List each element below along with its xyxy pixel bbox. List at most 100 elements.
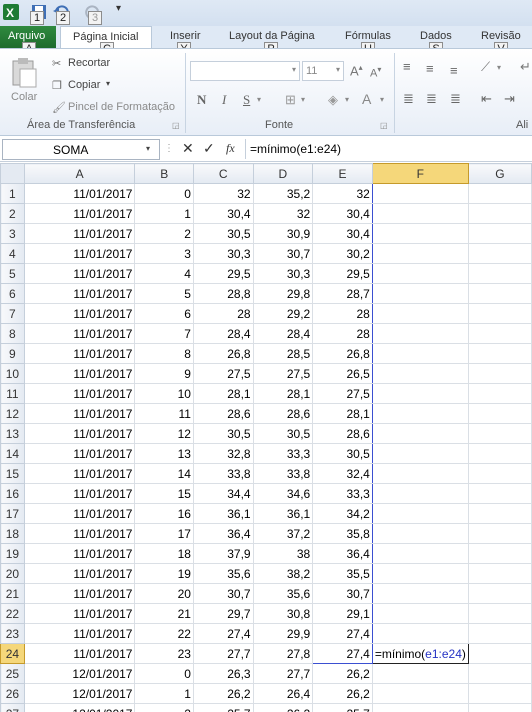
cell-e[interactable]: 34,2 bbox=[312, 503, 373, 524]
cell-d[interactable]: 29,9 bbox=[252, 623, 314, 644]
row-header[interactable]: 25 bbox=[0, 663, 25, 684]
fill-color-icon[interactable]: ◈ bbox=[328, 92, 338, 108]
cell-c[interactable]: 28,6 bbox=[192, 403, 254, 424]
cell-d[interactable]: 32 bbox=[252, 203, 314, 224]
cell-g[interactable] bbox=[467, 503, 532, 524]
cell-b[interactable]: 17 bbox=[134, 523, 194, 544]
cell-g[interactable] bbox=[467, 643, 532, 664]
cell-a[interactable]: 11/01/2017 bbox=[23, 323, 136, 344]
align-bottom-icon[interactable]: ≡ bbox=[450, 63, 458, 78]
name-box-dropdown-icon[interactable]: ▾ bbox=[146, 144, 150, 153]
formula-bar-resize-icon[interactable]: ⋮ bbox=[164, 143, 174, 154]
cell-e[interactable]: 27,4 bbox=[312, 643, 373, 664]
cell-b[interactable]: 1 bbox=[134, 203, 194, 224]
cell-b[interactable]: 19 bbox=[134, 563, 194, 584]
cell-e[interactable]: 32 bbox=[312, 183, 373, 204]
cell-f[interactable] bbox=[371, 543, 469, 564]
cell-a[interactable]: 11/01/2017 bbox=[23, 503, 136, 524]
column-header-b[interactable]: B bbox=[134, 163, 194, 184]
cell-e[interactable]: 35,8 bbox=[312, 523, 373, 544]
cell-f[interactable] bbox=[371, 703, 469, 712]
cell-c[interactable]: 37,9 bbox=[192, 543, 254, 564]
customize-qat-icon[interactable]: ▾ bbox=[116, 3, 134, 21]
cell-d[interactable]: 36,1 bbox=[252, 503, 314, 524]
row-header[interactable]: 20 bbox=[0, 563, 25, 584]
cell-b[interactable]: 0 bbox=[134, 663, 194, 684]
cell-c[interactable]: 36,4 bbox=[192, 523, 254, 544]
cell-e[interactable]: 30,4 bbox=[312, 203, 373, 224]
row-header[interactable]: 15 bbox=[0, 463, 25, 484]
cell-c[interactable]: 26,8 bbox=[192, 343, 254, 364]
align-top-icon[interactable]: ≡ bbox=[403, 59, 411, 74]
cell-b[interactable]: 7 bbox=[134, 323, 194, 344]
row-header[interactable]: 14 bbox=[0, 443, 25, 464]
grow-font-icon[interactable]: A▴ bbox=[350, 63, 363, 78]
cell-c[interactable]: 30,5 bbox=[192, 423, 254, 444]
cell-c[interactable]: 28 bbox=[192, 303, 254, 324]
cell-a[interactable]: 11/01/2017 bbox=[23, 483, 136, 504]
cell-b[interactable]: 14 bbox=[134, 463, 194, 484]
copy-dropdown-icon[interactable]: ▾ bbox=[106, 79, 110, 88]
cell-e[interactable]: 27,5 bbox=[312, 383, 373, 404]
cell-g[interactable] bbox=[467, 463, 532, 484]
font-color-icon[interactable]: A bbox=[362, 91, 371, 107]
font-size-combo[interactable]: 11 ▾ bbox=[302, 61, 344, 81]
cell-b[interactable]: 11 bbox=[134, 403, 194, 424]
cell-c[interactable]: 32 bbox=[192, 183, 254, 204]
cell-e[interactable]: 28 bbox=[312, 303, 373, 324]
row-header[interactable]: 10 bbox=[0, 363, 25, 384]
cell-a[interactable]: 12/01/2017 bbox=[23, 683, 136, 704]
cell-c[interactable]: 30,4 bbox=[192, 203, 254, 224]
cell-e[interactable]: 33,3 bbox=[312, 483, 373, 504]
cell-f[interactable] bbox=[371, 583, 469, 604]
cell-b[interactable]: 9 bbox=[134, 363, 194, 384]
cell-b[interactable]: 4 bbox=[134, 263, 194, 284]
cell-a[interactable]: 12/01/2017 bbox=[23, 703, 136, 712]
cell-g[interactable] bbox=[467, 323, 532, 344]
cancel-entry-icon[interactable]: ✕ bbox=[182, 140, 194, 157]
cell-e[interactable]: 28,1 bbox=[312, 403, 373, 424]
cell-a[interactable]: 11/01/2017 bbox=[23, 283, 136, 304]
cell-c[interactable]: 27,7 bbox=[192, 643, 254, 664]
cell-f[interactable] bbox=[371, 623, 469, 644]
cell-d[interactable]: 30,9 bbox=[252, 223, 314, 244]
cell-f[interactable] bbox=[371, 403, 469, 424]
cell-f[interactable] bbox=[371, 563, 469, 584]
tab-insert[interactable]: Inserir bbox=[170, 30, 201, 42]
row-header[interactable]: 11 bbox=[0, 383, 25, 404]
row-header[interactable]: 13 bbox=[0, 423, 25, 444]
name-box[interactable]: SOMA bbox=[2, 139, 160, 160]
cell-e[interactable]: 29,1 bbox=[312, 603, 373, 624]
cell-f[interactable] bbox=[371, 203, 469, 224]
column-header-a[interactable]: A bbox=[23, 163, 136, 184]
row-header[interactable]: 6 bbox=[0, 283, 25, 304]
cell-g[interactable] bbox=[467, 483, 532, 504]
cell-f[interactable] bbox=[371, 523, 469, 544]
font-name-combo[interactable]: ▾ bbox=[190, 61, 300, 81]
cell-a[interactable]: 11/01/2017 bbox=[23, 363, 136, 384]
cell-c[interactable]: 28,4 bbox=[192, 323, 254, 344]
cell-d[interactable]: 30,5 bbox=[252, 423, 314, 444]
cell-a[interactable]: 11/01/2017 bbox=[23, 203, 136, 224]
cell-d[interactable]: 30,7 bbox=[252, 243, 314, 264]
column-header-f[interactable]: F bbox=[371, 163, 469, 184]
cell-d[interactable]: 27,7 bbox=[252, 663, 314, 684]
cell-c[interactable]: 29,7 bbox=[192, 603, 254, 624]
cell-e[interactable]: 27,4 bbox=[312, 623, 373, 644]
column-header-e[interactable]: E bbox=[312, 163, 373, 184]
cell-e[interactable]: 35,5 bbox=[312, 563, 373, 584]
bold-button[interactable]: N bbox=[197, 92, 206, 108]
wrap-text-icon[interactable]: ↵ bbox=[520, 59, 531, 75]
cell-f[interactable] bbox=[371, 263, 469, 284]
cell-g[interactable] bbox=[467, 603, 532, 624]
cell-b[interactable]: 2 bbox=[134, 223, 194, 244]
cell-e[interactable]: 26,2 bbox=[312, 683, 373, 704]
cell-g[interactable] bbox=[467, 223, 532, 244]
cell-d[interactable]: 33,3 bbox=[252, 443, 314, 464]
tab-review[interactable]: Revisão bbox=[481, 30, 521, 42]
cell-a[interactable]: 11/01/2017 bbox=[23, 423, 136, 444]
cell-f[interactable] bbox=[371, 243, 469, 264]
cell-g[interactable] bbox=[467, 443, 532, 464]
cell-g[interactable] bbox=[467, 703, 532, 712]
cell-e[interactable]: 30,2 bbox=[312, 243, 373, 264]
